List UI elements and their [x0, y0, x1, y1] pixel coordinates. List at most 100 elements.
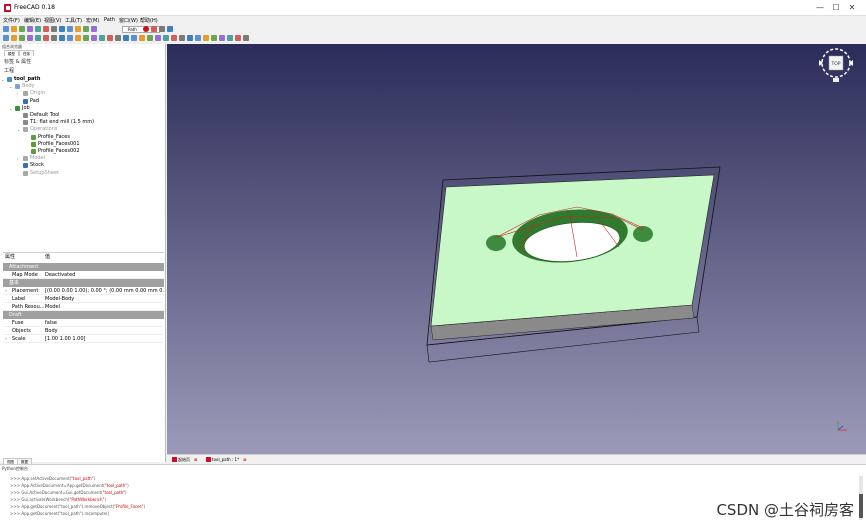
- navigation-cube[interactable]: TOP: [819, 48, 853, 82]
- property-row[interactable]: Map Mode Deactivated: [3, 271, 164, 279]
- deburr-icon[interactable]: [195, 35, 201, 41]
- property-row[interactable]: Objects Body: [3, 327, 164, 335]
- property-value[interactable]: [(0.00 0.00 1.00); 0.00 °; (0.00 mm 0.00…: [45, 287, 164, 295]
- menu-path[interactable]: Path: [104, 17, 115, 23]
- job-icon[interactable]: [115, 35, 121, 41]
- copy-icon[interactable]: [43, 26, 49, 32]
- simulator-icon[interactable]: [139, 35, 145, 41]
- inspect-icon[interactable]: [131, 35, 137, 41]
- 3d-scene: TOP: [426, 48, 853, 431]
- post-icon[interactable]: [123, 35, 129, 41]
- menu-view[interactable]: 视图(V): [44, 17, 61, 24]
- property-row[interactable]: › Placement [(0.00 0.00 1.00); 0.00 °; (0.…: [3, 287, 164, 295]
- tree-expander-icon[interactable]: ⌄: [9, 105, 12, 112]
- tree-item-icon: [15, 105, 20, 111]
- part-icon[interactable]: [99, 35, 105, 41]
- property-group-header[interactable]: Attachment: [3, 263, 164, 271]
- property-row[interactable]: Label Model-Body: [3, 295, 164, 303]
- property-row[interactable]: Path Resou... Model: [3, 303, 164, 311]
- property-group-header[interactable]: 基本: [3, 279, 164, 287]
- helix-icon[interactable]: [171, 35, 177, 41]
- refresh-icon[interactable]: [75, 26, 81, 32]
- sync-icon[interactable]: [27, 35, 33, 41]
- tree-item-label: tool_path: [14, 76, 41, 82]
- tree-expander-icon[interactable]: ⌄: [17, 126, 20, 133]
- tree-item-icon: [31, 149, 36, 154]
- tab-tasks[interactable]: 任务: [19, 50, 34, 56]
- shape-icon[interactable]: [243, 35, 249, 41]
- simple-copy-icon[interactable]: [219, 35, 225, 41]
- tree-expander-icon[interactable]: ›: [17, 90, 19, 97]
- macro-record-icon[interactable]: [143, 26, 149, 32]
- new-icon[interactable]: [3, 26, 9, 32]
- property-row[interactable]: Fuse false: [3, 319, 164, 327]
- cut-icon[interactable]: [35, 26, 41, 32]
- face-icon[interactable]: [179, 35, 185, 41]
- draw-style-icon[interactable]: [19, 35, 25, 41]
- macro-stop-icon[interactable]: [151, 26, 157, 32]
- rear-icon[interactable]: [67, 35, 73, 41]
- tab-model[interactable]: 模型: [4, 50, 19, 56]
- axis-icon[interactable]: [235, 35, 241, 41]
- tab-tool-path[interactable]: tool_path : 1* ⊠: [205, 456, 246, 463]
- tree-expander-icon[interactable]: ›: [17, 155, 19, 162]
- tree-expander-icon[interactable]: ⌄: [1, 76, 4, 83]
- fit-all-icon[interactable]: [3, 35, 9, 41]
- open-icon[interactable]: [11, 26, 17, 32]
- tab-start-page-close-icon[interactable]: ⊠: [194, 457, 197, 462]
- left-icon[interactable]: [83, 35, 89, 41]
- 3d-viewport[interactable]: TOP: [167, 44, 866, 454]
- property-value[interactable]: Deactivated: [45, 271, 164, 279]
- front-icon[interactable]: [43, 35, 49, 41]
- macro-run-icon[interactable]: [167, 26, 173, 32]
- engrave-icon[interactable]: [187, 35, 193, 41]
- menu-edit[interactable]: 编辑(E): [24, 17, 41, 24]
- print-icon[interactable]: [27, 26, 33, 32]
- right-round-pocket[interactable]: [633, 226, 653, 242]
- isometric-icon[interactable]: [35, 35, 41, 41]
- menu-file[interactable]: 文件(F): [3, 17, 20, 24]
- group-icon[interactable]: [107, 35, 113, 41]
- application-node[interactable]: 工程: [4, 67, 14, 74]
- console-scrollbar[interactable]: [859, 476, 863, 520]
- fit-selection-icon[interactable]: [11, 35, 17, 41]
- measure-icon[interactable]: [91, 35, 97, 41]
- tree-expander-icon[interactable]: ⌄: [9, 83, 12, 90]
- property-value[interactable]: [1.00 1.00 1.00]: [45, 335, 164, 343]
- menu-help[interactable]: 帮助(H): [140, 17, 158, 24]
- top-icon[interactable]: [51, 35, 57, 41]
- tab-tool-path-close-icon[interactable]: ⊠: [243, 457, 246, 462]
- navcube-menu-button[interactable]: [833, 78, 839, 82]
- whatsthis-icon[interactable]: [83, 26, 89, 32]
- tree-item-label: Profile_Faces002: [38, 148, 80, 154]
- menu-tools[interactable]: 工具(T): [65, 17, 82, 24]
- array-icon[interactable]: [211, 35, 217, 41]
- drill-icon[interactable]: [163, 35, 169, 41]
- menu-macro[interactable]: 宏(M): [86, 17, 99, 24]
- console-line-code: >>> App.setActiveDocument(: [10, 476, 72, 481]
- redo-icon[interactable]: [67, 26, 73, 32]
- property-row[interactable]: › Scale [1.00 1.00 1.00]: [3, 335, 164, 343]
- bottom-icon[interactable]: [75, 35, 81, 41]
- property-value[interactable]: Body: [45, 327, 164, 335]
- profile-icon[interactable]: [147, 35, 153, 41]
- property-expand-icon[interactable]: ›: [5, 287, 7, 295]
- console-scrollbar-thumb[interactable]: [859, 494, 863, 518]
- workbench-icon[interactable]: [91, 26, 97, 32]
- property-expand-icon[interactable]: ›: [5, 335, 7, 343]
- save-icon[interactable]: [19, 26, 25, 32]
- property-value[interactable]: Model-Body: [45, 295, 164, 303]
- area-icon[interactable]: [227, 35, 233, 41]
- right-icon[interactable]: [59, 35, 65, 41]
- undo-icon[interactable]: [59, 26, 65, 32]
- property-group-header[interactable]: Draft: [3, 311, 164, 319]
- paste-icon[interactable]: [51, 26, 57, 32]
- pocket-icon[interactable]: [155, 35, 161, 41]
- tab-start-page[interactable]: 起始页 ⊠: [171, 456, 197, 463]
- menu-window[interactable]: 窗口(W): [119, 17, 138, 24]
- property-value[interactable]: Model: [45, 303, 164, 311]
- macro-edit-icon[interactable]: [159, 26, 165, 32]
- dressup-icon[interactable]: [203, 35, 209, 41]
- property-value[interactable]: false: [45, 319, 164, 327]
- close-button[interactable]: ✕: [838, 0, 866, 16]
